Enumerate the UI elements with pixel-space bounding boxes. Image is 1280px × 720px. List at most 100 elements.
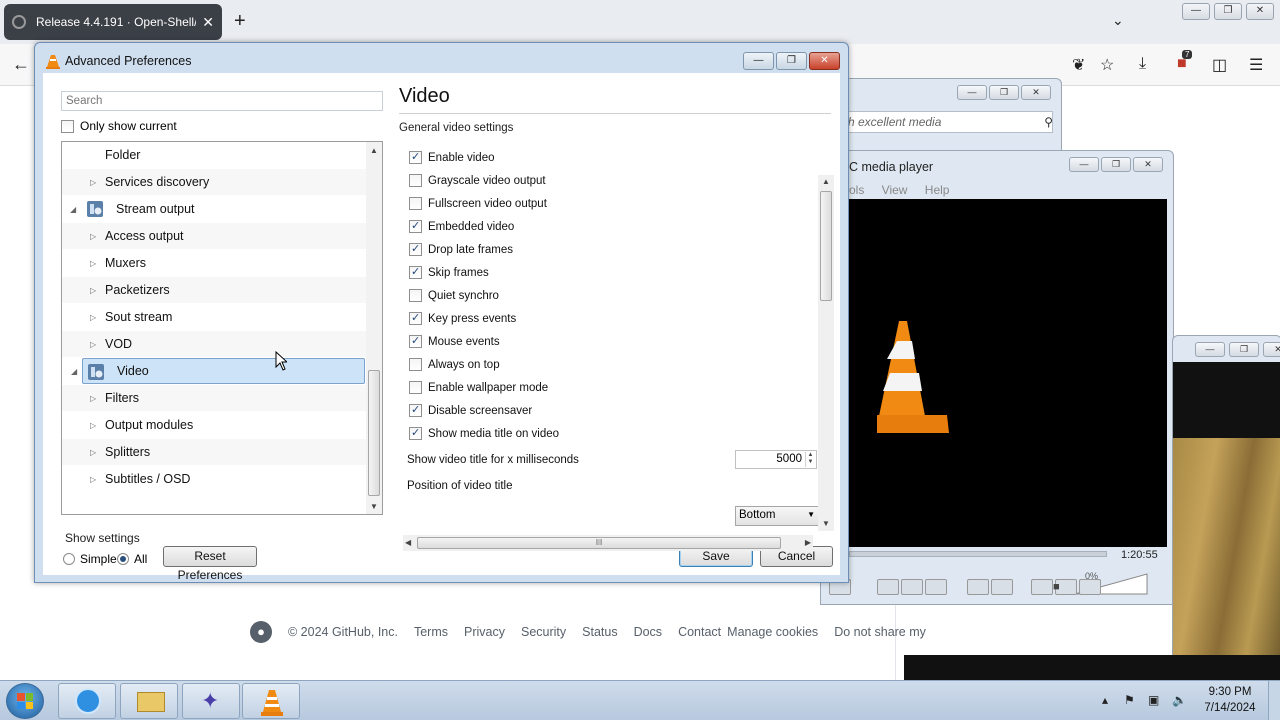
taskbar-explorer-button[interactable] bbox=[120, 683, 178, 719]
taskbar-app-button[interactable]: ✦ bbox=[182, 683, 240, 719]
video-option[interactable]: Quiet synchro bbox=[409, 289, 499, 302]
collapsed-arrow-icon[interactable]: ▷ bbox=[90, 313, 96, 322]
advanced-preferences-dialog[interactable]: Advanced Preferences — ❐ ✕ Search Only s… bbox=[34, 42, 849, 583]
tray-overflow-icon[interactable]: ▴ bbox=[1102, 693, 1108, 707]
option-checkbox[interactable] bbox=[409, 197, 422, 210]
panel-scrollbar[interactable]: ▲ ▼ bbox=[818, 175, 834, 531]
vlc-second-player-window[interactable]: — ❐ ✕ bbox=[1172, 335, 1280, 656]
close-button[interactable]: ✕ bbox=[1021, 85, 1051, 100]
prev-button[interactable] bbox=[877, 579, 899, 595]
video-option[interactable]: Grayscale video output bbox=[409, 174, 546, 187]
video-option[interactable]: Drop late frames bbox=[409, 243, 513, 256]
tree-scrollbar-thumb[interactable] bbox=[368, 370, 380, 496]
tree-item[interactable]: ◢ Stream output bbox=[62, 196, 366, 222]
option-checkbox[interactable] bbox=[409, 174, 422, 187]
tree-item[interactable]: ▷ Sout stream bbox=[62, 304, 366, 330]
taskbar-clock[interactable]: 9:30 PM 7/14/2024 bbox=[1200, 684, 1260, 716]
tree-item[interactable]: ▷ Access output bbox=[62, 223, 366, 249]
minimize-button[interactable]: — bbox=[957, 85, 987, 100]
download-icon[interactable]: ⤓ bbox=[1139, 55, 1146, 73]
video-area[interactable] bbox=[849, 199, 1167, 547]
tree-item[interactable]: ◢ Video bbox=[71, 358, 365, 384]
all-option[interactable]: All bbox=[117, 552, 147, 566]
extended-settings-button[interactable] bbox=[991, 579, 1013, 595]
panel-hscrollbar-thumb[interactable]: ‖‖ bbox=[417, 537, 781, 549]
shuffle-button[interactable] bbox=[1079, 579, 1101, 595]
fingerprint-icon[interactable]: ❦ bbox=[1072, 55, 1085, 75]
video-option[interactable]: Enable wallpaper mode bbox=[409, 381, 548, 394]
expanded-arrow-icon[interactable]: ◢ bbox=[70, 205, 76, 214]
playlist-button[interactable] bbox=[1031, 579, 1053, 595]
collapsed-arrow-icon[interactable]: ▷ bbox=[90, 448, 96, 457]
minimize-button[interactable]: — bbox=[743, 52, 774, 70]
video-option[interactable]: Fullscreen video output bbox=[409, 197, 547, 210]
expanded-arrow-icon[interactable]: ◢ bbox=[71, 367, 77, 376]
all-radio[interactable] bbox=[117, 553, 129, 565]
restore-button[interactable]: ❐ bbox=[1229, 342, 1259, 357]
restore-button[interactable]: ❐ bbox=[776, 52, 807, 70]
close-button[interactable]: ✕ bbox=[809, 52, 840, 70]
tree-item[interactable]: Folder bbox=[62, 142, 366, 168]
minimize-button[interactable]: — bbox=[1182, 3, 1210, 20]
footer-link-contact[interactable]: Contact bbox=[678, 625, 721, 639]
panel-hscrollbar[interactable]: ◀ ‖‖ ▶ bbox=[403, 535, 813, 551]
footer-link-privacy[interactable]: Privacy bbox=[464, 625, 505, 639]
footer-link-security[interactable]: Security bbox=[521, 625, 566, 639]
collapsed-arrow-icon[interactable]: ▷ bbox=[90, 286, 96, 295]
video-option[interactable]: Disable screensaver bbox=[409, 404, 532, 417]
github-logo-icon[interactable]: ● bbox=[250, 621, 272, 643]
video-option[interactable]: Skip frames bbox=[409, 266, 489, 279]
title-duration-spinbox[interactable]: 5000 ▲ ▼ bbox=[735, 450, 817, 469]
restore-button[interactable]: ❐ bbox=[989, 85, 1019, 100]
scroll-up-icon[interactable]: ▲ bbox=[370, 146, 378, 155]
collapsed-arrow-icon[interactable]: ▷ bbox=[90, 232, 96, 241]
spin-arrows-icon[interactable]: ▲ ▼ bbox=[805, 452, 815, 467]
minimize-button[interactable]: — bbox=[1195, 342, 1225, 357]
category-tree[interactable]: ▲ ▼ Folder ▷ Services discovery ◢ Stream out… bbox=[61, 141, 383, 515]
search-input[interactable]: Search bbox=[61, 91, 383, 111]
player-menubar[interactable]: ols View Help bbox=[849, 183, 949, 197]
scroll-up-icon[interactable]: ▲ bbox=[822, 177, 830, 186]
option-checkbox[interactable] bbox=[409, 243, 422, 256]
simple-radio[interactable] bbox=[63, 553, 75, 565]
restore-button[interactable]: ❐ bbox=[1101, 157, 1131, 172]
tree-item[interactable]: ▷ Output modules bbox=[62, 412, 366, 438]
title-position-select[interactable]: Bottom ▼ bbox=[735, 506, 819, 526]
tree-item[interactable]: ▷ Splitters bbox=[62, 439, 366, 465]
footer-link-docs[interactable]: Docs bbox=[634, 625, 662, 639]
fullscreen-button[interactable] bbox=[967, 579, 989, 595]
volume-muted-icon[interactable]: 🔈 bbox=[1172, 693, 1187, 707]
reset-preferences-button[interactable]: Reset Preferences bbox=[163, 546, 257, 582]
bookmark-star-icon[interactable]: ☆ bbox=[1100, 55, 1114, 75]
footer-link-manage-cookies[interactable]: Manage cookies bbox=[727, 625, 818, 639]
option-checkbox[interactable] bbox=[409, 404, 422, 417]
footer-link-status[interactable]: Status bbox=[582, 625, 617, 639]
only-show-current-option[interactable]: Only show current bbox=[61, 119, 177, 133]
minimize-button[interactable]: — bbox=[1069, 157, 1099, 172]
start-button[interactable] bbox=[6, 683, 44, 719]
option-checkbox[interactable] bbox=[409, 335, 422, 348]
new-tab-button[interactable]: + bbox=[234, 10, 246, 33]
tree-item[interactable]: ▷ VOD bbox=[62, 331, 366, 357]
close-button[interactable]: ✕ bbox=[1133, 157, 1163, 172]
restore-button[interactable]: ❐ bbox=[1214, 3, 1242, 20]
option-checkbox[interactable] bbox=[409, 266, 422, 279]
scroll-right-icon[interactable]: ▶ bbox=[805, 538, 811, 547]
video-option[interactable]: Mouse events bbox=[409, 335, 500, 348]
simple-option[interactable]: Simple bbox=[63, 552, 117, 566]
seek-bar[interactable] bbox=[849, 551, 1107, 557]
option-checkbox[interactable] bbox=[409, 381, 422, 394]
back-arrow-icon[interactable]: ← bbox=[12, 54, 30, 75]
option-checkbox[interactable] bbox=[409, 358, 422, 371]
footer-link-do-not-share[interactable]: Do not share my bbox=[834, 625, 926, 639]
tree-item[interactable]: ▷ Muxers bbox=[62, 250, 366, 276]
show-desktop-button[interactable] bbox=[1268, 681, 1280, 720]
next-button[interactable] bbox=[925, 579, 947, 595]
tree-item[interactable]: ▷ Packetizers bbox=[62, 277, 366, 303]
option-checkbox[interactable] bbox=[409, 427, 422, 440]
tree-item[interactable]: ▷ Services discovery bbox=[62, 169, 366, 195]
collapsed-arrow-icon[interactable]: ▷ bbox=[90, 340, 96, 349]
collapsed-arrow-icon[interactable]: ▷ bbox=[90, 475, 96, 484]
scroll-down-icon[interactable]: ▼ bbox=[822, 519, 830, 528]
vlc-player-window[interactable]: C media player — ❐ ✕ ols View Help 1:20:… bbox=[820, 150, 1174, 605]
